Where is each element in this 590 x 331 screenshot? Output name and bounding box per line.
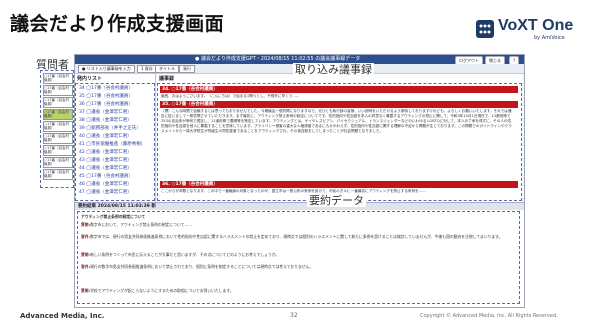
questioner-item[interactable]: ○17番（谷会村議員） — [43, 133, 73, 144]
summary-box: アウティング禁止条例の制定について 質問:数字市において、アウティング禁止条例の… — [77, 211, 520, 304]
questioner-list: ○17番（谷会村議員） ○17番（谷会村議員） ○17番（谷会村議員） ○17番… — [40, 70, 74, 188]
summary-text: 新しい条例をつくって市民に伝えることが大事だと思いますが、その点についてどのよう… — [90, 252, 280, 257]
summary-text: 学校でアウティングが起こらないようにするための取組についてお伺いいたします。 — [90, 288, 234, 293]
app-window: ● 議会だより作成支援GPT・2024/08/15 11:02:55 の議会議事… — [74, 54, 525, 308]
speech-list-item[interactable]: 41 ◯市民協働推進（藤原秀樹） — [79, 141, 145, 149]
copyright: Copyright © Advanced Media, Inc. All Rig… — [420, 313, 558, 319]
speech-list-item[interactable]: 39 ◯総務部長（井手之正氏） — [79, 125, 141, 133]
existing-button[interactable]: 1 既存 — [137, 65, 157, 73]
speech-list-header: 発内リスト — [77, 76, 103, 82]
summary-text: 数字市において、アウティング禁止条例の制定について…… — [90, 222, 192, 227]
speech-list-item[interactable]: 42 ◯議長（金澤宏仁君） — [79, 149, 132, 157]
summary-header-bar: 要約結果 2024/08/15 11:03:39 新 — [75, 202, 524, 210]
summary-role: 答弁: — [81, 264, 91, 269]
summary-title: アウティング禁止条例の制定について — [81, 214, 146, 219]
transcript-header: 議事録 — [159, 76, 175, 82]
import-transcript-button[interactable]: ● リスト入り議事録を入力 — [78, 65, 135, 73]
transcript-box: 34. ○17番（谷会村議員） 議長、おはようございます。（こんにちは）で始まる… — [157, 83, 522, 201]
speech-list-panel: 発内リスト 34 ◯17番（谷会村議員） 35 ◯17番（谷会村議員） 36 ◯… — [75, 74, 156, 202]
summary-role: 質問: — [81, 252, 91, 257]
company-logo: VoXT One by AmiVoice — [476, 17, 586, 44]
summary-text: 現行の数字市男女共同参画推進条例において禁止されており、個別に条例を制定すること… — [90, 264, 314, 269]
summary-role: 質問: — [81, 222, 91, 227]
title-label: タイトル — [155, 65, 179, 73]
speech-list: 34 ◯17番（谷会村議員） 35 ◯17番（谷会村議員） 36 ◯17番（谷会… — [75, 83, 155, 201]
questioner-item[interactable]: ○17番（谷会村議員） — [43, 121, 73, 132]
logo-subtext: by AmiVoice — [534, 35, 565, 41]
speech-list-item[interactable]: 36 ◯17番（谷会村議員） — [79, 101, 133, 109]
summary-role: 答弁: — [81, 234, 91, 239]
speech-list-item[interactable]: 40 ◯議長（金澤宏仁君） — [79, 133, 132, 141]
utterance-text: （標）こんな時間で会議するとは思ってもおりませんでした。今期議会一般質問になりま… — [161, 109, 512, 133]
questioner-item[interactable]: ○17番（谷会村議員） — [43, 73, 73, 84]
questioner-item[interactable]: ○17番（谷会村議員） — [43, 169, 73, 180]
transcript-panel: 議事録 34. ○17番（谷会村議員） 議長、おはようございます。（こんにちは）… — [157, 74, 522, 202]
questioner-item[interactable]: ○17番（谷会村議員） — [43, 145, 73, 156]
questioner-item[interactable]: ○17番（谷会村議員） — [43, 97, 73, 108]
page-number: 32 — [290, 312, 298, 319]
speaker-heading[interactable]: 36. ○17番（谷会村議員） — [160, 181, 518, 188]
questioner-item[interactable]: ○17番（谷会村議員） — [43, 157, 73, 168]
speech-list-item[interactable]: 46 ◯議長（金澤宏仁君） — [79, 181, 132, 189]
slide-title: 議会だより作成支援画面 — [10, 13, 225, 35]
summary-header: 要約結果 2024/08/15 11:03:39 新 — [78, 204, 156, 209]
speaker-heading[interactable]: 34. ○17番（谷会村議員） — [160, 86, 518, 93]
speech-list-item[interactable]: 35 ◯17番（谷会村議員） — [79, 93, 133, 101]
speech-list-item[interactable]: 38 ◯議長（金澤宏仁君） — [79, 117, 132, 125]
logo-text: VoXT One — [498, 17, 574, 34]
speech-list-item[interactable]: 34 ◯17番（谷会村議員） — [79, 85, 133, 93]
summary-line: 質問:数字市において、アウティング禁止条例の制定について…… — [81, 222, 517, 227]
summary-text: 数字市では、現行の男女共同参画推進条例において性的指向や性自認に関するハラスメン… — [90, 234, 503, 239]
speech-list-item[interactable]: 43 ◯議長（金澤宏仁君） — [79, 157, 132, 165]
voxt-logo-icon — [476, 20, 494, 38]
questioner-item[interactable]: ○17番（谷会村議員） — [43, 85, 73, 96]
summary-role: 質問: — [81, 288, 91, 293]
questioner-item-active[interactable]: ○17番（谷会村議員） — [43, 109, 73, 120]
speech-list-item[interactable]: 47 ◯議長（金澤宏仁君） — [79, 189, 132, 197]
footer-company: Advanced Media, Inc. — [20, 312, 105, 320]
transcript-callout: 取り込み議事録 — [293, 63, 374, 76]
summary-line: 質問:学校でアウティングが起こらないようにするための取組についてお伺いいたします… — [81, 288, 517, 293]
speech-list-item[interactable]: 44 ◯議長（金澤宏仁君） — [79, 165, 132, 173]
issue-select[interactable]: 発行 — [179, 65, 195, 73]
summary-panel: アウティング禁止条例の制定について 質問:数字市において、アウティング禁止条例の… — [75, 210, 524, 307]
summary-callout: 要約データ — [307, 194, 366, 207]
summary-line: 答弁:現行の数字市男女共同参画推進条例において禁止されており、個別に条例を制定す… — [81, 264, 517, 269]
speech-list-item[interactable]: 45 ◯17番（谷会村議員） — [79, 173, 133, 181]
speaker-heading[interactable]: 35. ○17番（谷会村議員） — [160, 101, 518, 108]
utterance-text: 議長、おはようございます。（こんにちは）で始まる1問つとし、予想外に早くで…… — [161, 94, 300, 98]
summary-line: 答弁:数字市では、現行の男女共同参画推進条例において性的指向や性自認に関するハラ… — [81, 234, 517, 244]
summary-line: 質問:新しい条例をつくって市民に伝えることが大事だと思いますが、その点についてど… — [81, 252, 517, 257]
speech-list-item[interactable]: 37 ◯議長（金澤宏仁君） — [79, 109, 132, 117]
